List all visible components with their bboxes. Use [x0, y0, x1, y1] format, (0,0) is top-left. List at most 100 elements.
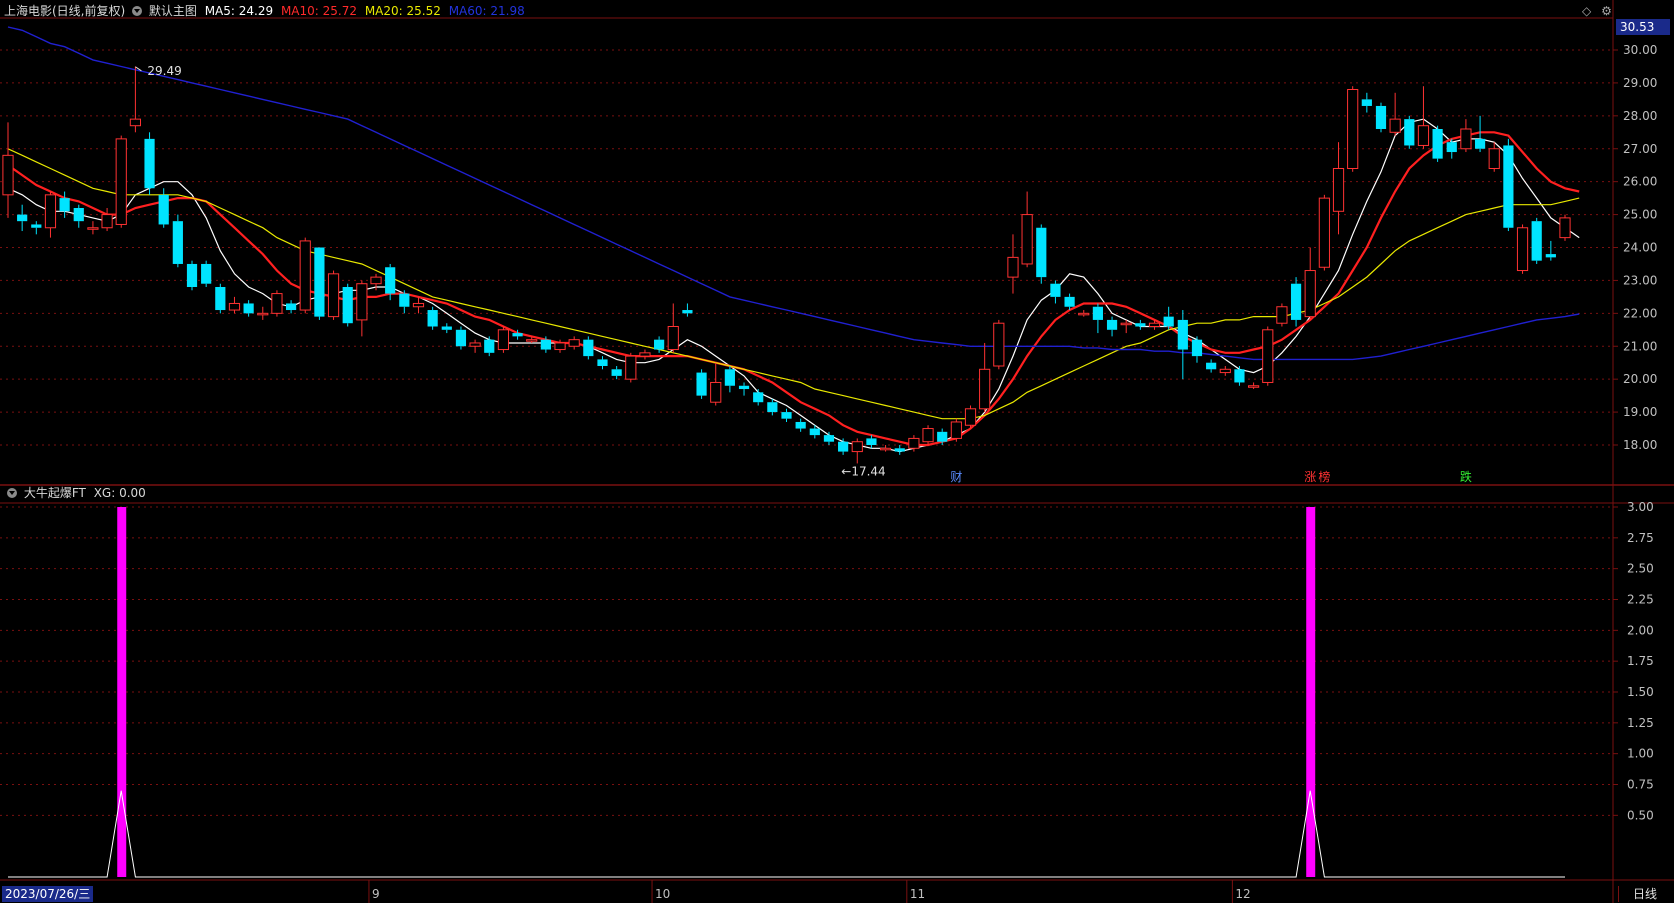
price-tick-label: 24.00: [1623, 241, 1657, 255]
indicator-name[interactable]: 大牛起爆FT: [24, 486, 86, 500]
candle-body-up: [115, 138, 127, 225]
price-tick-label: 28.00: [1623, 109, 1657, 123]
period-button[interactable]: 日线: [1618, 886, 1671, 902]
candle-body-down: [1092, 306, 1103, 320]
candle-body-down: [427, 310, 438, 327]
candle-body-down: [866, 438, 877, 445]
candle-body-up: [44, 194, 57, 229]
event-mark-label: 榜: [1318, 469, 1330, 484]
candle-body-up: [1248, 385, 1260, 388]
candle-body-down: [583, 339, 594, 357]
dropdown-icon[interactable]: [7, 488, 17, 498]
indicator-tick-label: 1.25: [1627, 716, 1654, 730]
candle-body-up: [1276, 306, 1288, 324]
candlestick-series: [2, 66, 1571, 464]
candle-body-down: [682, 310, 693, 314]
indicator-tick-label: 2.75: [1627, 531, 1654, 545]
candle-body-up: [1078, 312, 1090, 316]
candle-body-up: [469, 342, 481, 347]
price-axis-ticks: 18.00 19.00 20.00 21.00 22.00 23.00 24.00 25.00…: [1613, 43, 1657, 452]
price-tick-label: 19.00: [1623, 405, 1657, 419]
panel-controls: ◇ ⚙: [1582, 4, 1612, 18]
candle-body-down: [809, 428, 820, 436]
candle-body-down: [1135, 323, 1146, 327]
candle-body-down: [1036, 227, 1047, 278]
candle-body-down: [823, 435, 835, 442]
candle-body-down: [441, 326, 452, 330]
price-tick-label: 20.00: [1623, 372, 1657, 386]
ma20-value: MA20: 25.52: [364, 4, 441, 18]
candle-body-down: [1206, 362, 1217, 370]
ma10-value: MA10: 25.72: [280, 4, 357, 18]
candle-body-down: [484, 339, 495, 353]
candle-body-down: [59, 198, 70, 212]
high-price-label: 29.49: [147, 64, 181, 78]
candle-body-up: [667, 326, 679, 351]
candle-body-down: [795, 421, 806, 429]
diamond-icon[interactable]: ◇: [1582, 4, 1591, 18]
candle-body-up: [908, 437, 920, 449]
indicator-tick-label: 2.00: [1627, 623, 1654, 637]
price-tick-label: 30.00: [1623, 43, 1657, 57]
candle-body-up: [1120, 322, 1132, 326]
indicator-value: XG: 0.00: [93, 486, 146, 500]
candle-body-down: [385, 267, 396, 294]
candle-body-up: [1318, 197, 1330, 268]
candle-body-down: [838, 441, 849, 452]
indicator-tick-label: 1.75: [1627, 654, 1654, 668]
candle-body-down: [1064, 296, 1075, 307]
dropdown-icon[interactable]: [132, 6, 143, 16]
candle-body-down: [894, 448, 905, 452]
candle-body-up: [356, 283, 368, 321]
event-mark-label: 跌: [1460, 469, 1472, 484]
ma5-value: MA5: 24.29: [204, 4, 274, 18]
candle-body-down: [654, 339, 665, 350]
candle-body-up: [625, 355, 637, 380]
candle-body-up: [257, 312, 269, 316]
candle-body-down: [243, 303, 254, 314]
candle-body-up: [1389, 118, 1401, 133]
price-tick-label: 25.00: [1623, 208, 1657, 222]
candle-body-up: [710, 381, 722, 403]
candle-body-down: [455, 329, 467, 347]
month-tick-label: 12: [1235, 887, 1250, 901]
indicator-grid: [0, 506, 1613, 816]
candle-body-up: [979, 368, 991, 410]
candle-body-up: [271, 293, 283, 314]
indicator-tick-label: 3.00: [1627, 500, 1654, 514]
candle-body-down: [1531, 221, 1542, 261]
signal-bar: [1306, 507, 1316, 877]
price-tick-label: 27.00: [1623, 142, 1657, 156]
candle-body-up: [964, 408, 977, 426]
candle-body-up: [554, 342, 566, 351]
candle-body-down: [597, 359, 608, 366]
candle-body-up: [497, 329, 510, 351]
candle-body-down: [1404, 119, 1415, 146]
indicator-tick-label: 0.75: [1627, 778, 1654, 792]
gear-icon[interactable]: ⚙: [1601, 4, 1612, 18]
candle-body-down: [215, 287, 226, 311]
stock-chart-canvas[interactable]: 18.00 19.00 20.00 21.00 22.00 23.00 24.00 25.00…: [0, 0, 1674, 903]
candle-body-down: [1432, 129, 1443, 159]
price-tick-label: 26.00: [1623, 175, 1657, 189]
price-tick-label: 23.00: [1623, 273, 1657, 287]
candle-body-up: [1262, 329, 1274, 383]
candle-body-down: [17, 214, 28, 222]
candle-body-up: [1347, 89, 1359, 169]
candle-body-up: [1488, 148, 1500, 169]
main-chart-label[interactable]: 默认主图: [149, 4, 197, 18]
candle-body-down: [1545, 254, 1556, 258]
current-price-badge: 30.53: [1616, 19, 1670, 35]
candle-body-up: [879, 447, 892, 451]
price-tick-label: 21.00: [1623, 339, 1657, 353]
candle-body-down: [172, 221, 183, 264]
candle-body-down: [1177, 319, 1188, 350]
candle-body-down: [1446, 142, 1457, 153]
candle-body-down: [781, 412, 792, 419]
candle-body-up: [568, 339, 580, 347]
stock-name[interactable]: 上海电影(日线,前复权): [4, 4, 125, 18]
signal-bar: [117, 507, 127, 877]
candle-body-up: [412, 302, 425, 308]
candle-body-down: [314, 247, 325, 317]
candle-body-up: [1417, 125, 1430, 146]
